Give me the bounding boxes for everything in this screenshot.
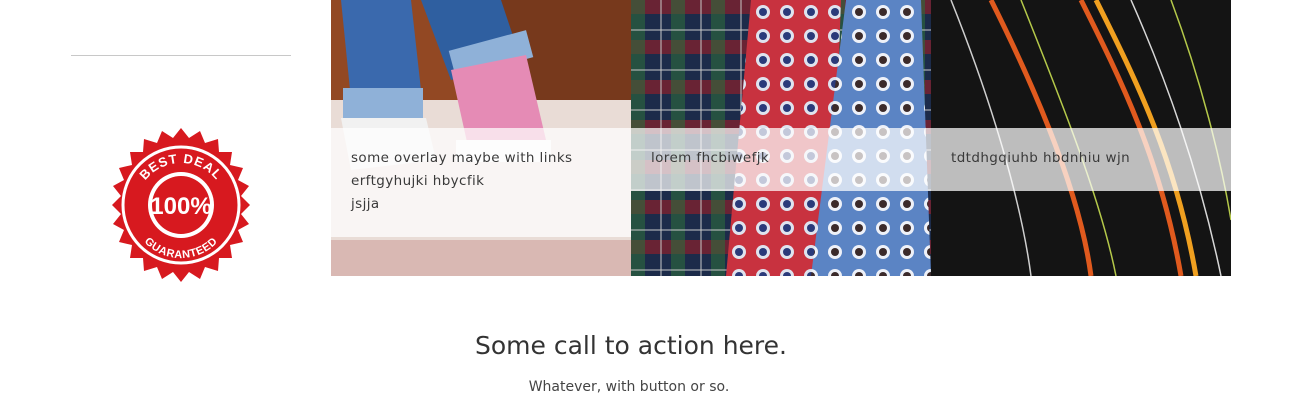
divider-line: [71, 55, 291, 56]
page: BEST DEAL 100% GUARANTEED some overlay m…: [0, 0, 1310, 402]
tile-overlay-text[interactable]: some overlay maybe with links erftgyhujk…: [351, 137, 611, 216]
cta-title: Some call to action here.: [475, 331, 787, 360]
tile-overlay: some overlay maybe with links erftgyhujk…: [331, 128, 631, 237]
gallery-tile-striped[interactable]: tdtdhgqiuhb hbdnhiu wjn: [931, 0, 1231, 276]
cta-subtitle: Whatever, with button or so.: [528, 379, 730, 395]
gallery-tile-sneakers[interactable]: some overlay maybe with links erftgyhujk…: [331, 0, 631, 276]
gallery-tile-ties[interactable]: lorem fhcbiwefjk: [631, 0, 931, 276]
tile-overlay-text[interactable]: lorem fhcbiwefjk: [651, 137, 911, 170]
tile-overlay-text[interactable]: tdtdhgqiuhb hbdnhiu wjn: [951, 137, 1211, 170]
tile-overlay: tdtdhgqiuhb hbdnhiu wjn: [931, 128, 1231, 191]
best-deal-badge: BEST DEAL 100% GUARANTEED: [112, 128, 250, 282]
image-gallery: some overlay maybe with links erftgyhujk…: [331, 0, 1231, 276]
badge-center-text: 100%: [150, 193, 211, 220]
tile-overlay: lorem fhcbiwefjk: [631, 128, 931, 191]
